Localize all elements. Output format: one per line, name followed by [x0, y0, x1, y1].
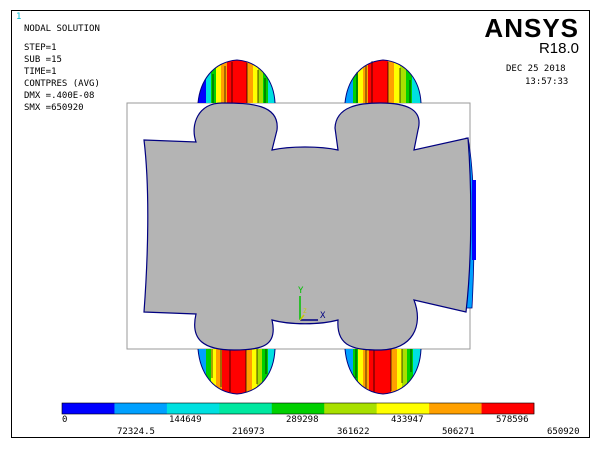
- legend-swatch: [324, 403, 377, 414]
- legend-label-top: 144649: [169, 415, 202, 425]
- legend-swatch: [166, 403, 220, 414]
- legend-color-bar: [62, 403, 535, 414]
- legend-label-bottom: 650920: [547, 427, 580, 437]
- legend-swatch: [376, 403, 430, 414]
- legend-swatch: [429, 403, 482, 414]
- legend-label-top: 433947: [391, 415, 424, 425]
- triad-y-label: Y: [298, 286, 304, 296]
- pressure-band-top-right: [345, 60, 421, 103]
- legend-label-top: 578596: [496, 415, 529, 425]
- legend-label-bottom: 216973: [232, 427, 265, 437]
- contour-plot[interactable]: [0, 0, 605, 454]
- legend-swatch: [114, 403, 168, 414]
- legend-swatch: [271, 403, 325, 414]
- legend-label-top: 0: [62, 415, 68, 425]
- legend-swatch: [219, 403, 273, 414]
- legend-label-bottom: 506271: [442, 427, 475, 437]
- pressure-band-bottom-left: [198, 349, 275, 394]
- legend-label-bottom: 72324.5: [117, 427, 155, 437]
- legend-label-bottom: 361622: [337, 427, 370, 437]
- pressure-band-top-left: [198, 60, 275, 103]
- legend-swatch: [481, 403, 535, 414]
- legend-label-top: 289298: [286, 415, 319, 425]
- model-body: [143, 102, 472, 351]
- pressure-band-bottom-right: [345, 349, 421, 394]
- triad-x-label: X: [320, 311, 326, 321]
- triad-z-label: Z: [303, 308, 307, 315]
- legend-swatch: [62, 403, 115, 414]
